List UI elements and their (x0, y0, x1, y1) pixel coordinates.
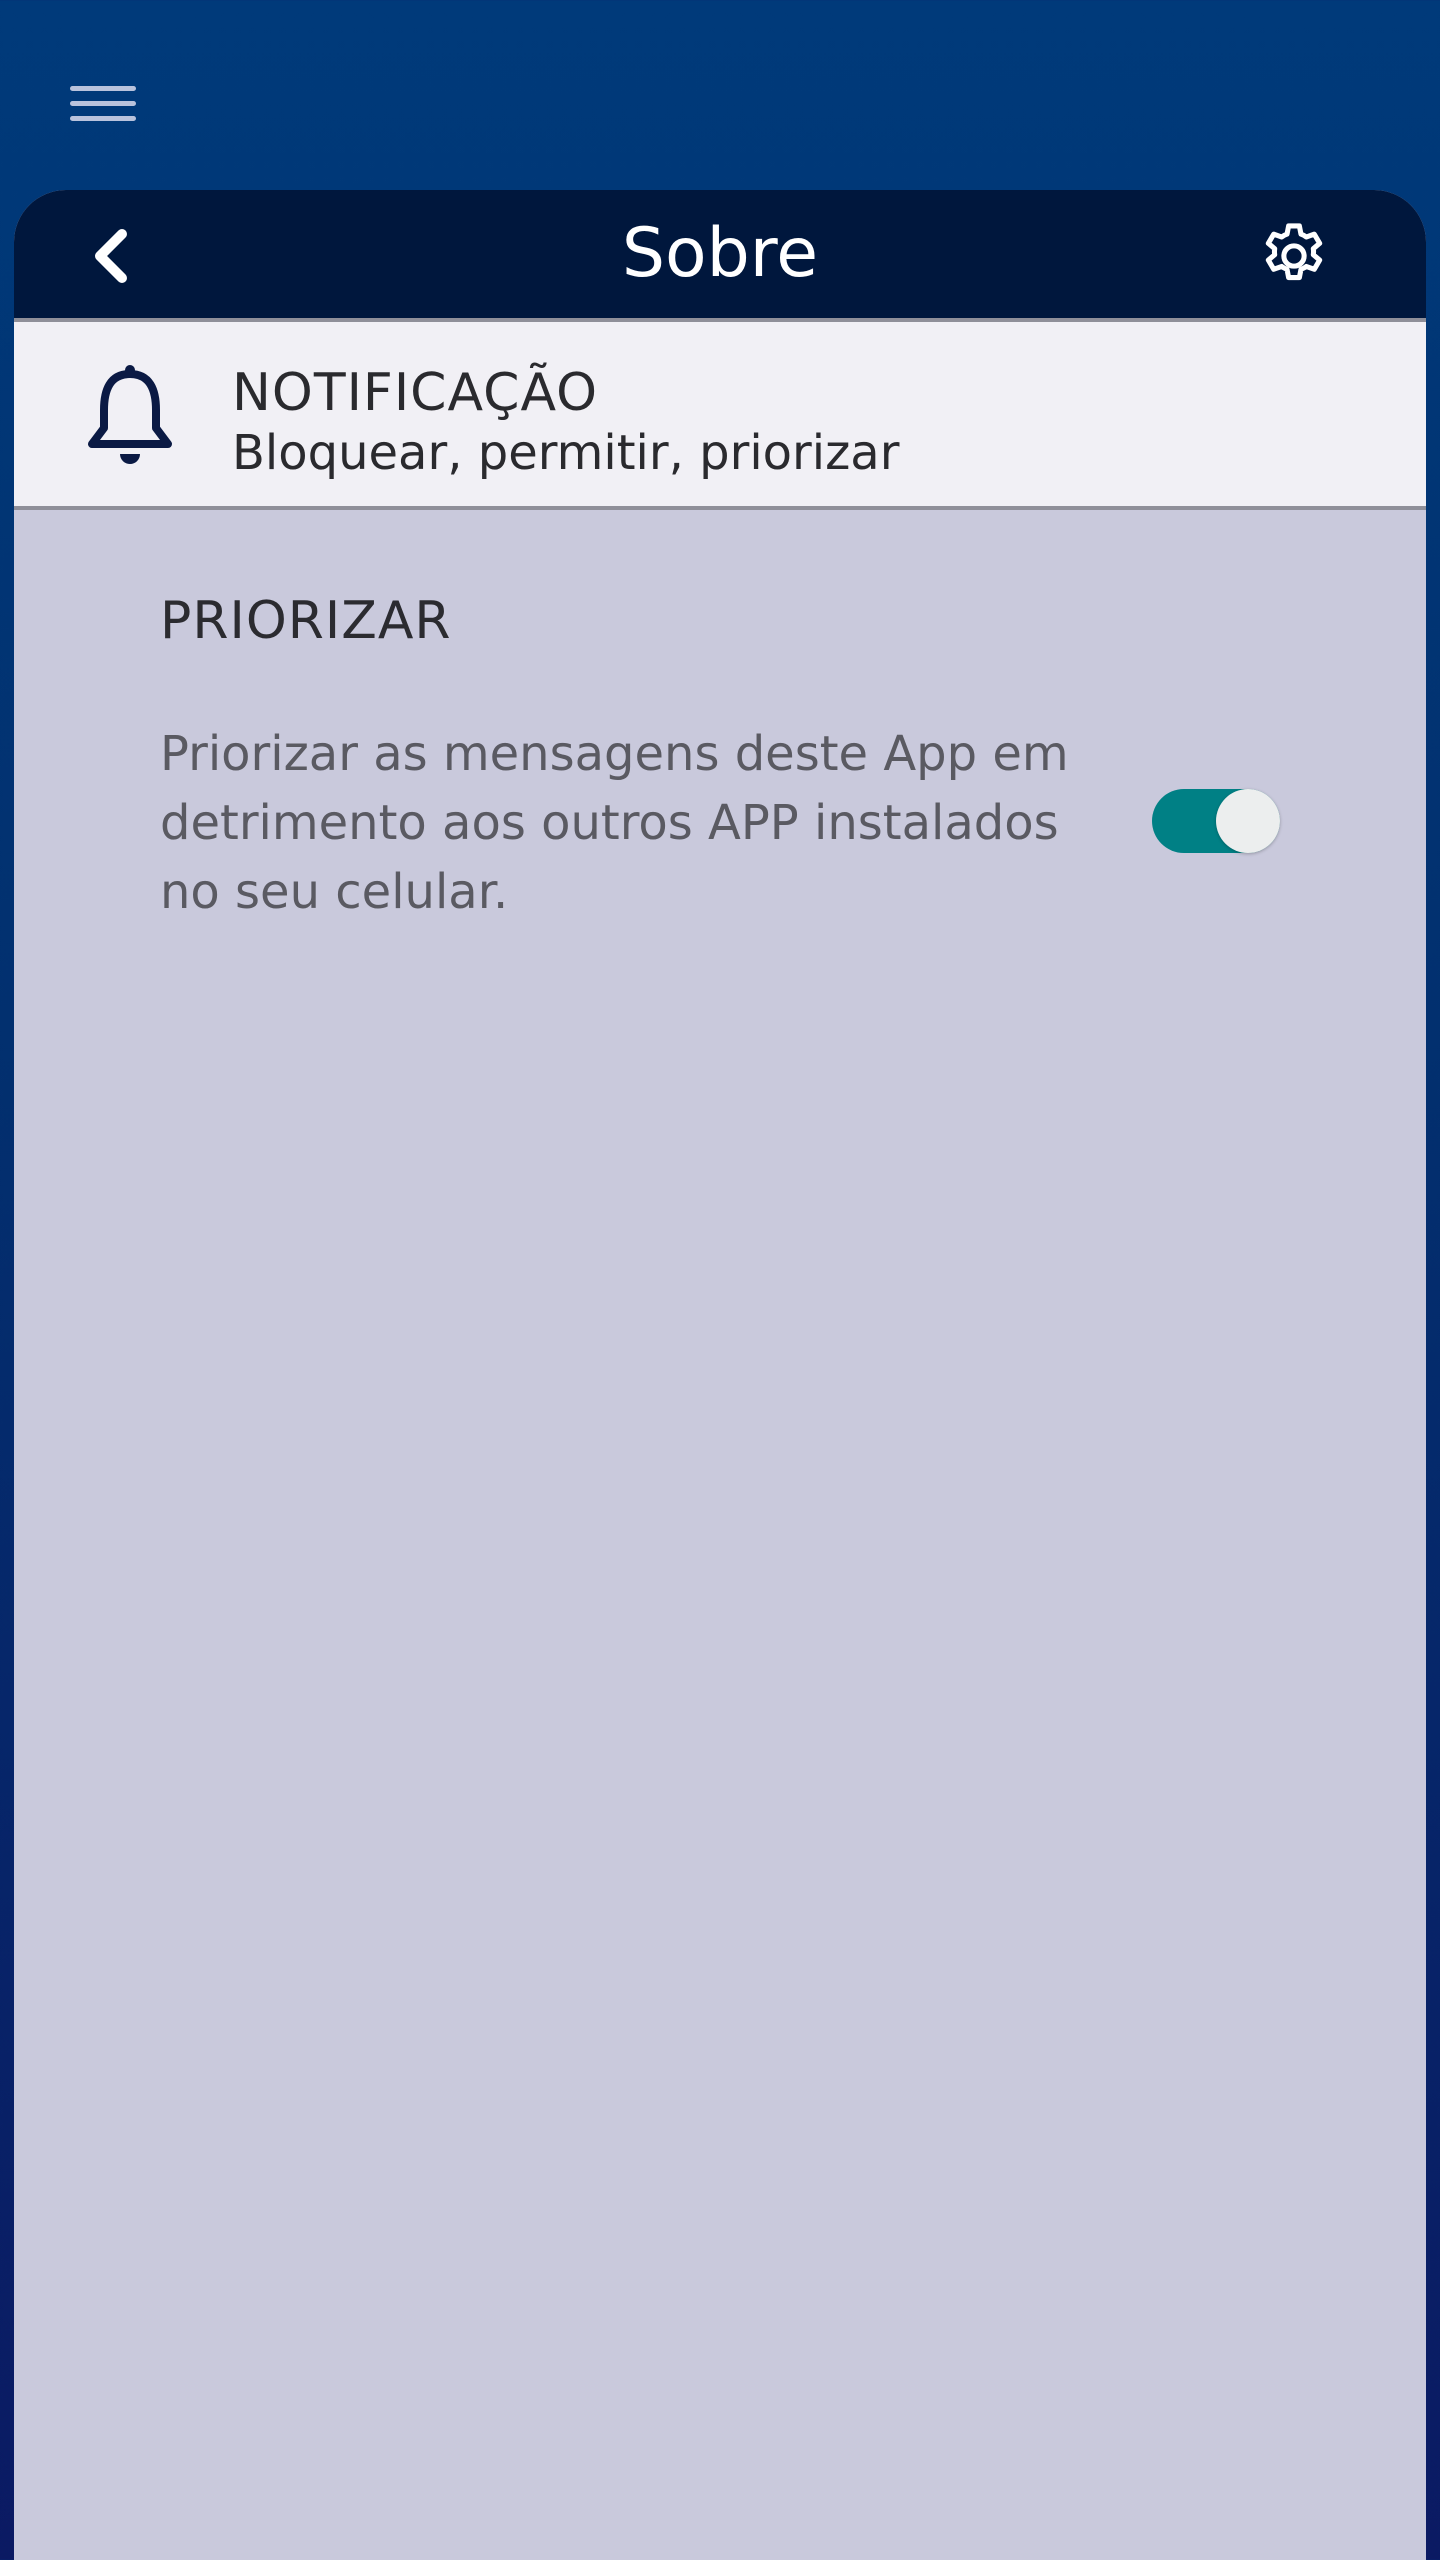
notification-title: NOTIFICAÇÃO (232, 363, 599, 423)
menu-button[interactable] (70, 70, 156, 136)
bell-icon (88, 365, 172, 464)
prioritize-heading: PRIORIZAR (160, 591, 452, 651)
prioritize-toggle[interactable] (1152, 789, 1280, 853)
notification-section[interactable]: NOTIFICAÇÃO Bloquear, permitir, prioriza… (14, 318, 1426, 510)
prioritize-description: Priorizar as mensagens deste App em detr… (160, 726, 1069, 920)
menu-line (70, 85, 136, 91)
card-header: Sobre (14, 190, 1426, 318)
toggle-knob (1216, 789, 1280, 853)
gear-icon (1265, 223, 1323, 281)
menu-line (70, 115, 136, 121)
page-title: Sobre (621, 214, 819, 293)
settings-button[interactable] (1252, 214, 1336, 298)
notification-subtitle: Bloquear, permitir, priorizar (232, 425, 900, 481)
content-card: Sobre NOTIFICAÇÃO Bloquear, permitir, pr… (14, 190, 1426, 2560)
menu-line (70, 100, 136, 106)
